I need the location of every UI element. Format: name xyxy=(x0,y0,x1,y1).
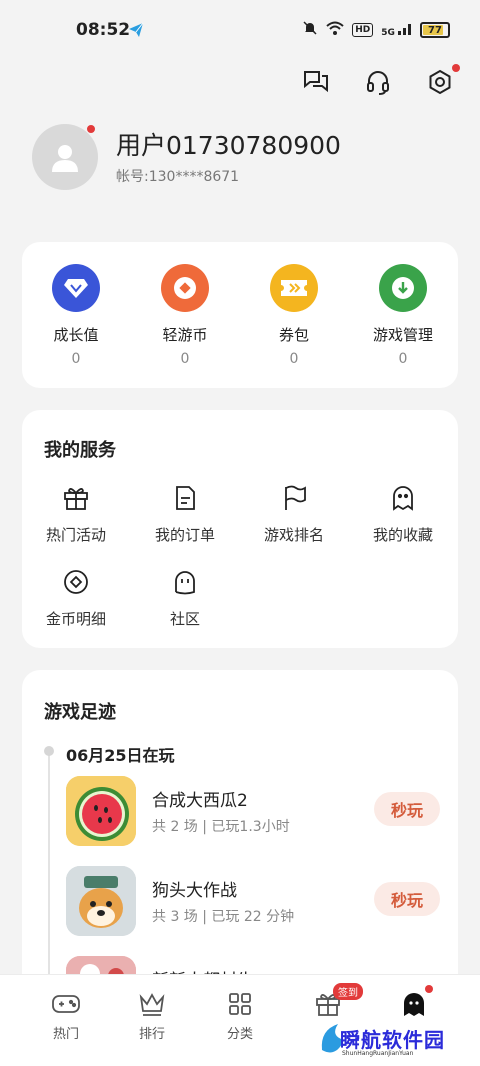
hd-badge: HD xyxy=(352,23,374,37)
sign-in-badge: 签到 xyxy=(333,983,363,1000)
diamond-icon xyxy=(52,264,100,312)
stat-coupons[interactable]: 券包 0 xyxy=(244,264,344,367)
nav-sign-in[interactable]: 签到 xyxy=(288,983,368,1019)
stat-value: 0 xyxy=(289,351,299,367)
services-card: 我的服务 热门活动 我的订单 游戏排名 我的收藏 金币明细 社区 xyxy=(22,410,458,648)
stat-value: 0 xyxy=(71,351,81,367)
timeline-line xyxy=(48,748,50,1000)
stat-growth[interactable]: 成长值 0 xyxy=(26,264,126,367)
services-title: 我的服务 xyxy=(44,440,116,461)
watermark-subtext: ShunHangRuanJianYuan xyxy=(342,1050,414,1057)
game-meta: 共 3 场 | 已玩 22 分钟 xyxy=(152,909,295,925)
top-actions xyxy=(300,64,460,98)
settings-icon xyxy=(429,69,451,95)
ghost-icon xyxy=(387,482,419,514)
grid-icon xyxy=(225,989,255,1019)
gift-nav-icon: 签到 xyxy=(313,983,363,1019)
signal-icon: 5G xyxy=(381,23,412,38)
customer-service-button[interactable] xyxy=(362,66,394,98)
battery-icon: 77 xyxy=(420,22,450,38)
wifi-icon xyxy=(326,20,344,40)
service-label: 热门活动 xyxy=(45,526,106,544)
download-icon xyxy=(379,264,427,312)
settings-notification-dot xyxy=(452,64,460,72)
service-label: 社区 xyxy=(169,610,200,628)
game-item-dog-head[interactable]: 狗头大作战 共 3 场 | 已玩 22 分钟 秒玩 xyxy=(66,866,446,936)
avatar-notification-dot xyxy=(86,124,96,134)
stat-label: 券包 xyxy=(278,326,309,344)
mute-icon xyxy=(302,20,318,40)
game-footprint-card: 游戏足迹 06月25日在玩 合成大西瓜2 共 2 场 | 已玩1.3小时 秒玩 xyxy=(22,670,458,1000)
service-label: 我的订单 xyxy=(154,526,215,544)
ghost-nav-icon xyxy=(399,985,433,1019)
service-game-ranking[interactable]: 游戏排名 xyxy=(244,482,344,545)
nav-profile[interactable] xyxy=(374,985,454,1019)
ticket-icon xyxy=(270,264,318,312)
footprint-title: 游戏足迹 xyxy=(44,702,116,723)
watermark: 瞬航软件园 ShunHangRuanJianYuan xyxy=(318,1020,468,1062)
stat-game-management[interactable]: 游戏管理 0 xyxy=(353,264,453,367)
username: 用户01730780900 xyxy=(116,131,341,160)
game-meta: 共 2 场 | 已玩1.3小时 xyxy=(152,819,290,835)
service-hot-activities[interactable]: 热门活动 xyxy=(26,482,126,545)
stat-value: 0 xyxy=(180,351,190,367)
profile-notification-dot xyxy=(425,985,433,993)
stat-value: 0 xyxy=(398,351,408,367)
game-name: 狗头大作战 xyxy=(152,881,237,901)
stat-label: 轻游币 xyxy=(162,326,208,344)
avatar[interactable] xyxy=(32,124,98,190)
stat-label: 游戏管理 xyxy=(372,326,433,344)
instant-play-button[interactable]: 秒玩 xyxy=(374,792,440,826)
user-icon xyxy=(52,145,78,172)
headset-icon xyxy=(367,71,389,95)
watermark-text: 瞬航软件园 xyxy=(340,1028,445,1052)
game-item-watermelon[interactable]: 合成大西瓜2 共 2 场 | 已玩1.3小时 秒玩 xyxy=(66,776,446,846)
watermelon-game-icon xyxy=(66,776,136,846)
stat-coins[interactable]: 轻游币 0 xyxy=(135,264,235,367)
signal-label: 5G xyxy=(381,27,395,38)
battery-level: 77 xyxy=(428,24,442,36)
service-my-favorites[interactable]: 我的收藏 xyxy=(353,482,453,545)
nav-label: 分类 xyxy=(226,1027,253,1042)
nav-category[interactable]: 分类 xyxy=(200,989,280,1042)
message-button[interactable] xyxy=(300,66,332,98)
coin-detail-icon xyxy=(60,566,92,598)
nav-label: 热门 xyxy=(52,1027,79,1042)
stat-label: 成长值 xyxy=(53,326,99,344)
crown-icon xyxy=(137,989,167,1019)
gamepad-icon xyxy=(51,989,81,1019)
message-icon xyxy=(304,71,328,93)
nav-hot[interactable]: 热门 xyxy=(26,989,106,1042)
service-my-orders[interactable]: 我的订单 xyxy=(135,482,235,545)
service-coin-details[interactable]: 金币明细 xyxy=(26,566,126,629)
status-bar: 08:52 HD 5G 77 xyxy=(0,0,480,60)
community-icon xyxy=(169,566,201,598)
status-time: 08:52 xyxy=(76,20,131,40)
telegram-icon xyxy=(128,22,144,42)
nav-label: 排行 xyxy=(138,1027,165,1042)
service-label: 游戏排名 xyxy=(263,526,324,544)
game-name: 合成大西瓜2 xyxy=(152,791,248,811)
account-number: 帐号:130****8671 xyxy=(116,169,240,185)
timeline-dot xyxy=(44,746,54,756)
footprint-date: 06月25日在玩 xyxy=(66,746,175,765)
instant-play-button[interactable]: 秒玩 xyxy=(374,882,440,916)
service-label: 金币明细 xyxy=(45,610,106,628)
service-community[interactable]: 社区 xyxy=(135,566,235,629)
dog-head-game-icon xyxy=(66,866,136,936)
order-icon xyxy=(169,482,201,514)
settings-button[interactable] xyxy=(424,64,460,98)
flag-icon xyxy=(278,482,310,514)
coin-icon xyxy=(161,264,209,312)
nav-ranking[interactable]: 排行 xyxy=(112,989,192,1042)
service-label: 我的收藏 xyxy=(372,526,433,544)
stats-card: 成长值 0 轻游币 0 券包 0 游戏管理 0 xyxy=(22,242,458,388)
gift-icon xyxy=(60,482,92,514)
